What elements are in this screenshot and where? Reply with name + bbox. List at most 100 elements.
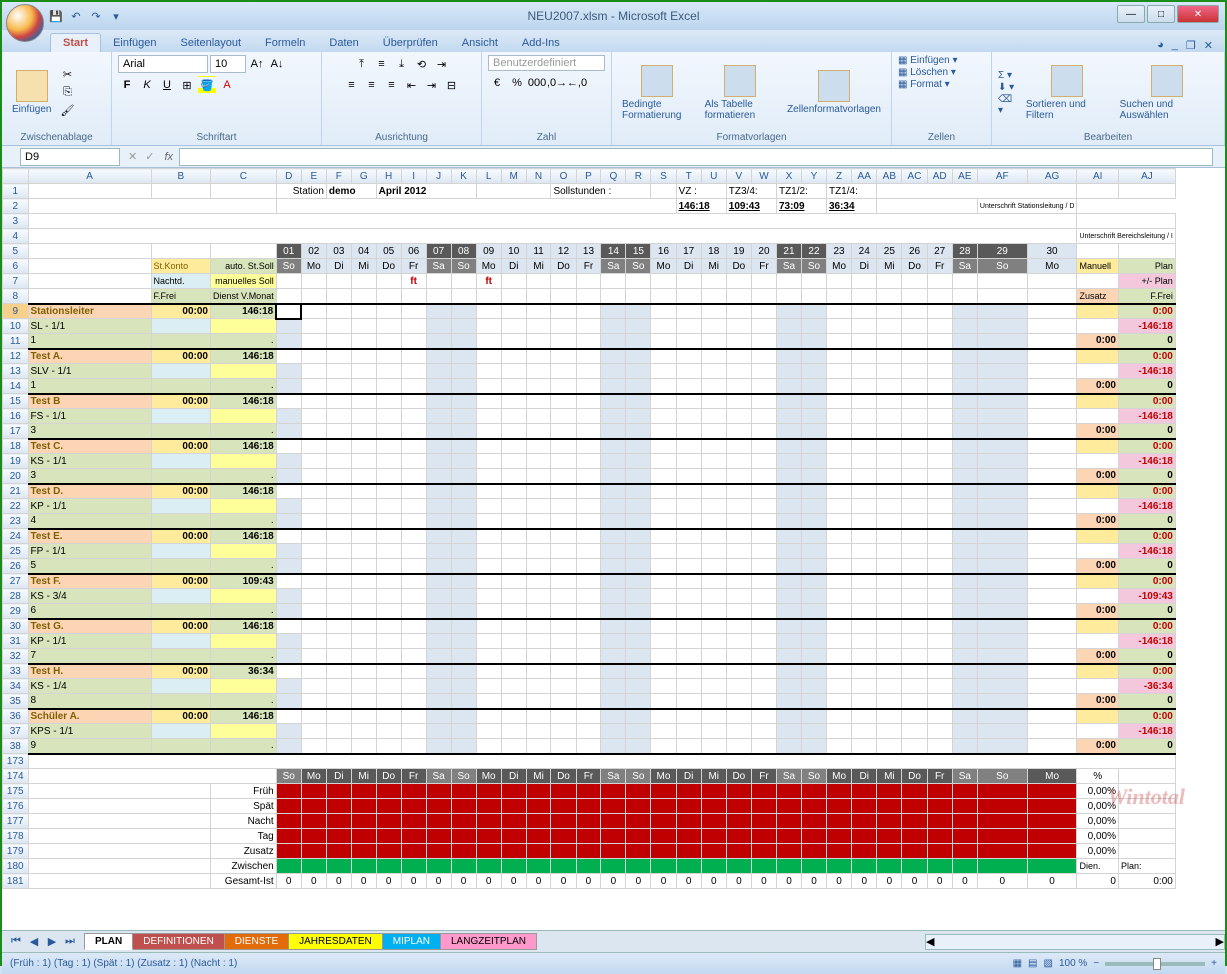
first-sheet-icon[interactable]: ⏮ bbox=[8, 934, 24, 950]
sheet-tab-jahresdaten[interactable]: JAHRESDATEN bbox=[288, 933, 383, 950]
align-left-icon[interactable]: ≡ bbox=[343, 76, 361, 94]
zoom-out-button[interactable]: − bbox=[1093, 958, 1099, 969]
autosum-button[interactable]: Σ ▾ bbox=[998, 70, 1018, 81]
decrease-font-icon[interactable]: A↓ bbox=[268, 55, 286, 73]
column-header[interactable]: O bbox=[551, 169, 576, 184]
maximize-button[interactable]: □ bbox=[1147, 5, 1175, 23]
column-header[interactable]: AA bbox=[852, 169, 877, 184]
column-header[interactable]: E bbox=[301, 169, 326, 184]
tab-addins[interactable]: Add-Ins bbox=[510, 34, 572, 52]
align-middle-icon[interactable]: ≡ bbox=[373, 55, 391, 73]
zoom-slider[interactable] bbox=[1105, 962, 1205, 966]
column-header[interactable]: J bbox=[426, 169, 451, 184]
zoom-in-button[interactable]: + bbox=[1211, 958, 1217, 969]
font-color-button[interactable]: A bbox=[218, 76, 236, 94]
comma-icon[interactable]: 000 bbox=[528, 74, 546, 92]
orientation-icon[interactable]: ⟲ bbox=[413, 55, 431, 73]
undo-icon[interactable]: ↶ bbox=[68, 8, 84, 24]
column-header[interactable]: AC bbox=[902, 169, 927, 184]
cancel-formula-icon[interactable]: ✕ bbox=[124, 150, 141, 163]
tab-ueberpruefen[interactable]: Überprüfen bbox=[371, 34, 450, 52]
select-all-corner[interactable] bbox=[3, 169, 29, 184]
minimize-ribbon-icon[interactable]: _ bbox=[1172, 39, 1178, 52]
format-cells-button[interactable]: ▦ Format ▾ bbox=[898, 79, 985, 90]
percent-icon[interactable]: % bbox=[508, 74, 526, 92]
sheet-tab-miplan[interactable]: MIPLAN bbox=[382, 933, 441, 950]
decrease-decimal-icon[interactable]: ←,0 bbox=[568, 74, 586, 92]
prev-sheet-icon[interactable]: ◀ bbox=[26, 934, 42, 950]
find-select-button[interactable]: Suchen und Auswählen bbox=[1116, 63, 1218, 123]
next-sheet-icon[interactable]: ▶ bbox=[44, 934, 60, 950]
column-header[interactable]: G bbox=[351, 169, 376, 184]
font-size-dropdown[interactable]: 10 bbox=[210, 55, 246, 73]
delete-cells-button[interactable]: ▦ Löschen ▾ bbox=[898, 67, 985, 78]
column-header[interactable]: Z bbox=[826, 169, 851, 184]
column-header[interactable]: Q bbox=[601, 169, 626, 184]
column-header[interactable]: K bbox=[451, 169, 476, 184]
format-as-table-button[interactable]: Als Tabelle formatieren bbox=[701, 63, 779, 123]
italic-button[interactable]: K bbox=[138, 76, 156, 94]
column-header[interactable]: W bbox=[751, 169, 776, 184]
column-header[interactable]: V bbox=[726, 169, 751, 184]
number-format-dropdown[interactable]: Benutzerdefiniert bbox=[488, 55, 605, 71]
last-sheet-icon[interactable]: ⏭ bbox=[62, 934, 78, 950]
align-top-icon[interactable]: ⤒ bbox=[353, 55, 371, 73]
font-name-dropdown[interactable]: Arial bbox=[118, 55, 208, 73]
format-painter-icon[interactable]: 🖌 bbox=[59, 103, 75, 119]
column-header[interactable]: AE bbox=[952, 169, 977, 184]
tab-daten[interactable]: Daten bbox=[317, 34, 370, 52]
column-header[interactable]: D bbox=[276, 169, 301, 184]
column-header[interactable]: F bbox=[326, 169, 351, 184]
tab-ansicht[interactable]: Ansicht bbox=[450, 34, 510, 52]
tab-einfuegen[interactable]: Einfügen bbox=[101, 34, 168, 52]
minimize-button[interactable]: — bbox=[1117, 5, 1145, 23]
cell-styles-button[interactable]: Zellenformatvorlagen bbox=[783, 68, 885, 117]
column-header[interactable]: P bbox=[576, 169, 601, 184]
underline-button[interactable]: U bbox=[158, 76, 176, 94]
column-header[interactable]: L bbox=[476, 169, 501, 184]
qat-dropdown-icon[interactable]: ▾ bbox=[108, 8, 124, 24]
column-header[interactable]: AG bbox=[1027, 169, 1077, 184]
sort-filter-button[interactable]: Sortieren und Filtern bbox=[1022, 63, 1112, 123]
horizontal-scrollbar[interactable]: ◀▶ bbox=[925, 934, 1225, 950]
tab-start[interactable]: Start bbox=[50, 33, 101, 52]
close-workbook-icon[interactable]: ✕ bbox=[1204, 39, 1213, 52]
column-header[interactable]: A bbox=[28, 169, 151, 184]
fx-icon[interactable]: fx bbox=[158, 151, 179, 163]
column-header[interactable]: I bbox=[401, 169, 426, 184]
column-header[interactable]: U bbox=[701, 169, 726, 184]
column-header[interactable]: R bbox=[626, 169, 651, 184]
zoom-level[interactable]: 100 % bbox=[1059, 958, 1087, 969]
view-pagebreak-icon[interactable]: ▧ bbox=[1044, 958, 1053, 969]
view-normal-icon[interactable]: ▦ bbox=[1013, 958, 1022, 969]
sheet-tab-definitionen[interactable]: DEFINITIONEN bbox=[132, 933, 225, 950]
sheet-tab-langzeitplan[interactable]: LANGZEITPLAN bbox=[440, 933, 537, 950]
align-bottom-icon[interactable]: ⤓ bbox=[393, 55, 411, 73]
column-header[interactable]: H bbox=[376, 169, 401, 184]
align-center-icon[interactable]: ≡ bbox=[363, 76, 381, 94]
insert-cells-button[interactable]: ▦ Einfügen ▾ bbox=[898, 55, 985, 66]
column-header[interactable]: AI bbox=[1077, 169, 1119, 184]
help-icon[interactable]: ◕ bbox=[1157, 39, 1164, 52]
currency-icon[interactable]: € bbox=[488, 74, 506, 92]
column-header[interactable]: M bbox=[501, 169, 526, 184]
paste-button[interactable]: Einfügen bbox=[8, 68, 55, 117]
office-button[interactable] bbox=[6, 4, 44, 42]
merge-icon[interactable]: ⊟ bbox=[443, 76, 461, 94]
increase-decimal-icon[interactable]: ,0→ bbox=[548, 74, 566, 92]
cut-icon[interactable]: ✂ bbox=[59, 67, 75, 83]
column-header[interactable]: T bbox=[676, 169, 701, 184]
redo-icon[interactable]: ↷ bbox=[88, 8, 104, 24]
fill-color-button[interactable]: 🪣 bbox=[198, 76, 216, 94]
column-header[interactable]: AJ bbox=[1118, 169, 1175, 184]
column-header[interactable]: AD bbox=[927, 169, 952, 184]
fill-button[interactable]: ⬇ ▾ bbox=[998, 82, 1018, 93]
bold-button[interactable]: F bbox=[118, 76, 136, 94]
align-right-icon[interactable]: ≡ bbox=[383, 76, 401, 94]
column-header[interactable]: S bbox=[651, 169, 676, 184]
conditional-formatting-button[interactable]: Bedingte Formatierung bbox=[618, 63, 697, 123]
column-header[interactable]: AF bbox=[977, 169, 1027, 184]
worksheet[interactable]: ABCDEFGHIJKLMNOPQRSTUVWXYZAAABACADAEAFAG… bbox=[2, 168, 1225, 930]
save-icon[interactable]: 💾 bbox=[48, 8, 64, 24]
restore-window-icon[interactable]: ❐ bbox=[1186, 39, 1196, 52]
